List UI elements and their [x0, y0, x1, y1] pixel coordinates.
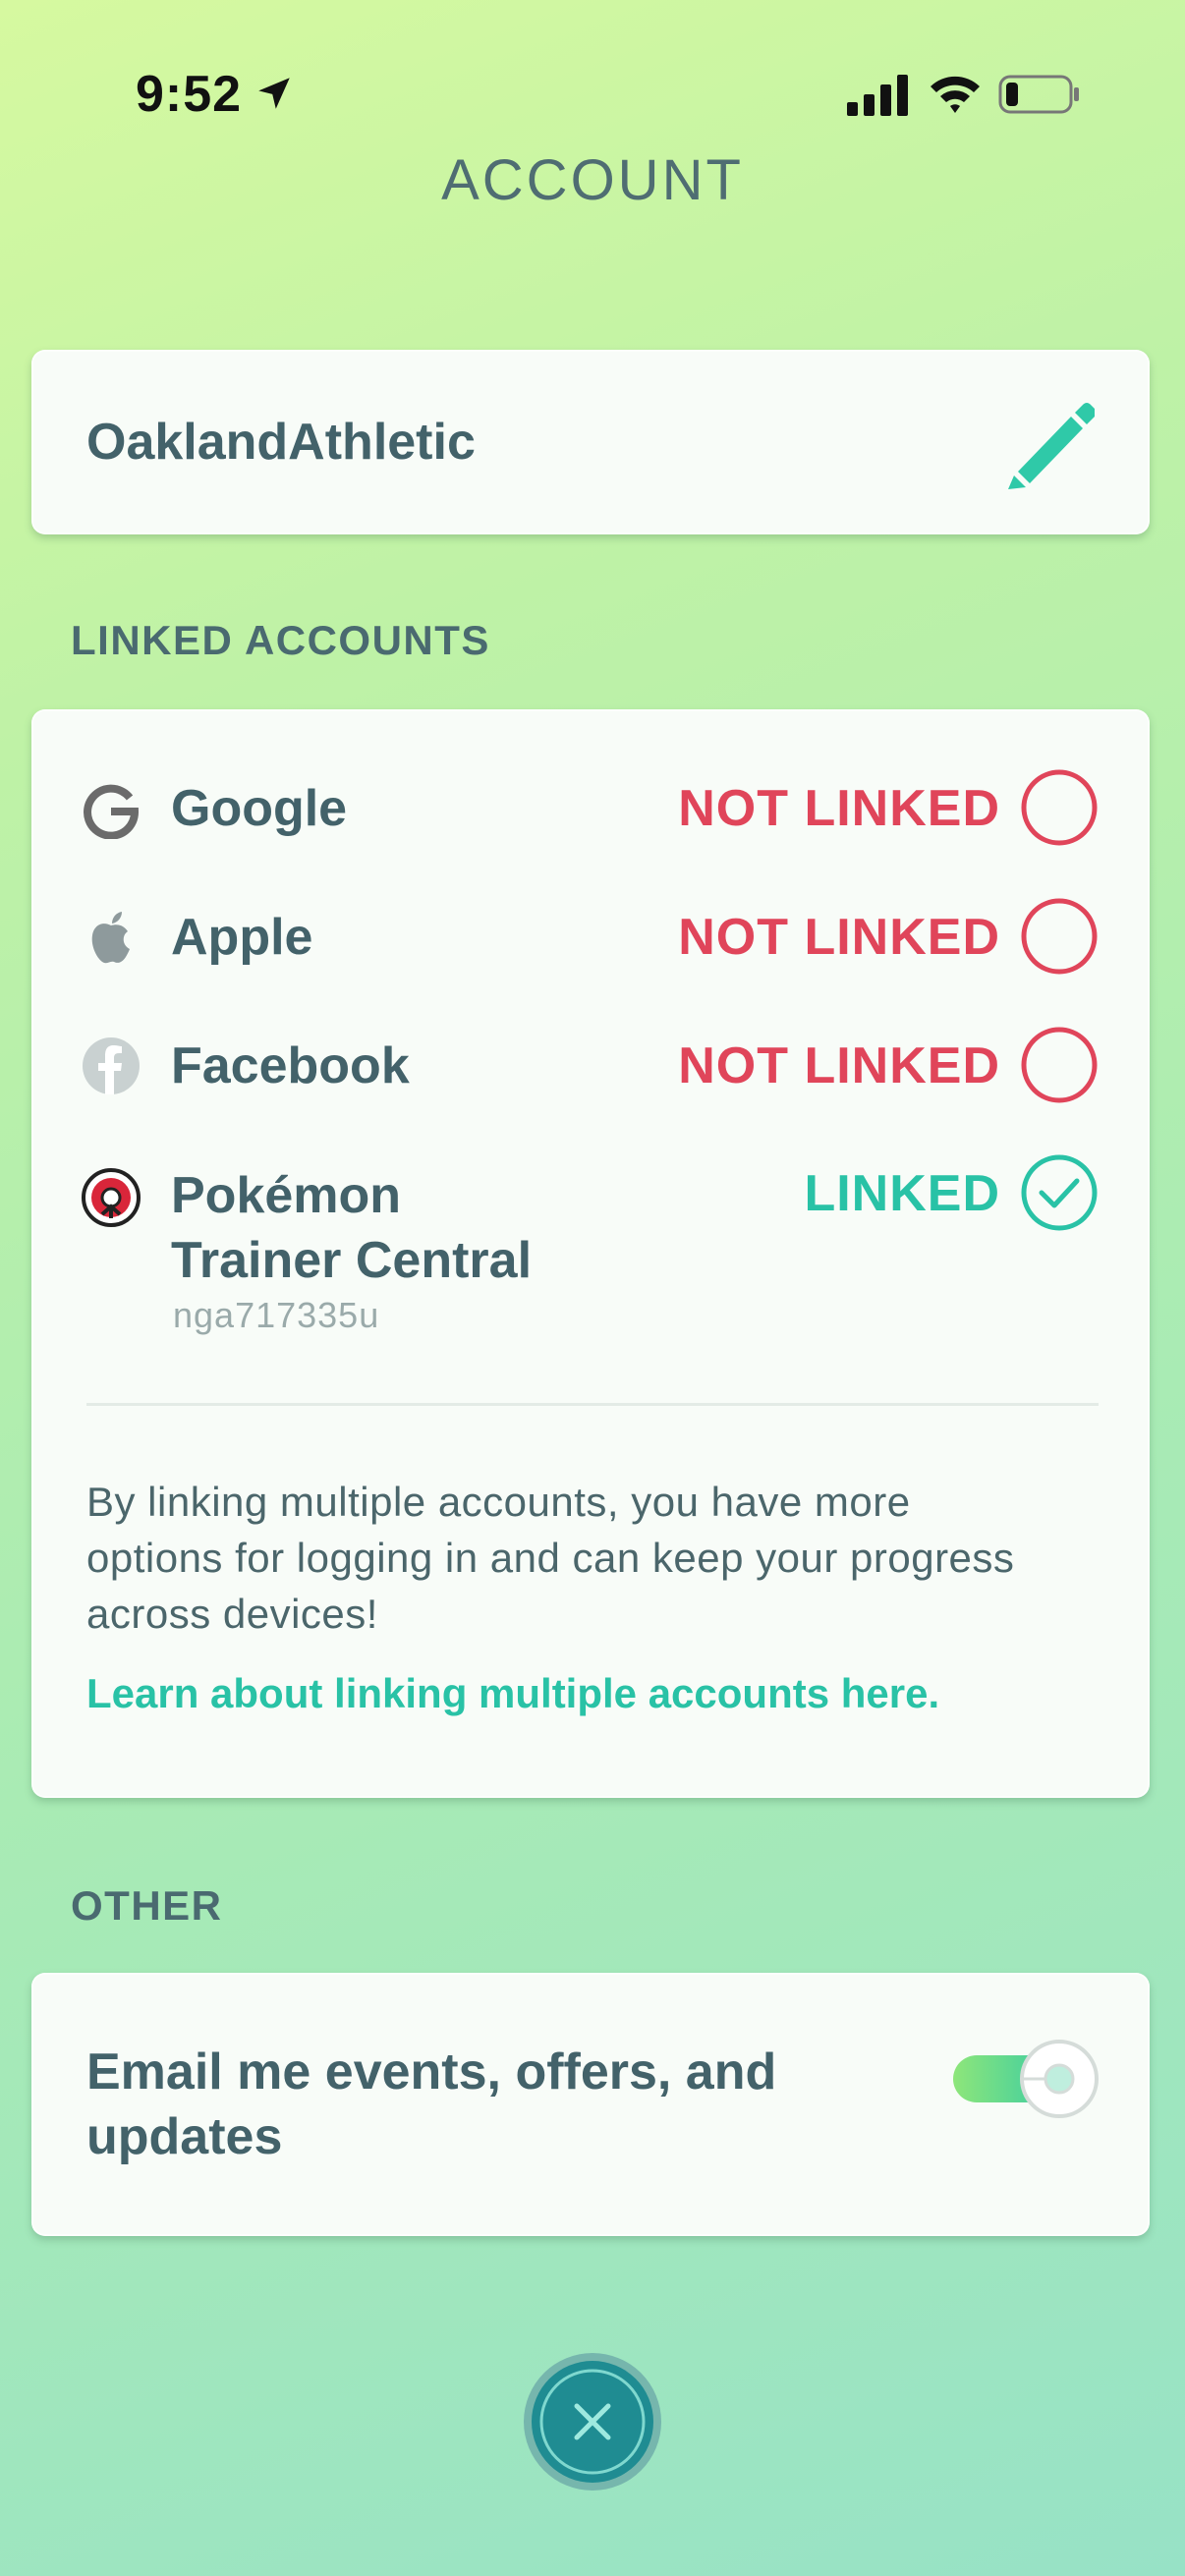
ptc-label-line2: Trainer Central	[171, 1232, 533, 1289]
check-circle-icon[interactable]	[1020, 1153, 1099, 1232]
facebook-icon	[83, 1037, 140, 1094]
apple-status: NOT LINKED	[678, 909, 1000, 966]
location-arrow-icon	[258, 78, 290, 109]
google-icon	[84, 784, 140, 839]
pencil-icon[interactable]	[1006, 395, 1095, 489]
apple-icon	[91, 912, 130, 964]
ptc-username: nga717335u	[173, 1295, 380, 1335]
google-label: Google	[171, 780, 348, 837]
email-opt-in-toggle[interactable]	[947, 2036, 1102, 2122]
status-time: 9:52	[136, 66, 243, 123]
linked-accounts-heading: LINKED ACCOUNTS	[71, 617, 490, 663]
ptc-label-line1: Pokémon	[171, 1167, 402, 1224]
facebook-link-toggle[interactable]	[1020, 1026, 1099, 1104]
wifi-icon	[931, 76, 980, 113]
ptc-status: LINKED	[804, 1165, 1000, 1222]
card-divider	[86, 1403, 1099, 1406]
pokeball-icon	[82, 1168, 141, 1227]
linking-description: By linking multiple accounts, you have m…	[86, 1479, 1015, 1637]
ptc-label: Pokémon Trainer Central	[171, 1163, 532, 1293]
username-text: OaklandAthletic	[86, 414, 476, 471]
battery-icon	[998, 75, 1079, 114]
learn-more-link[interactable]: Learn about linking multiple accounts he…	[86, 1670, 939, 1717]
google-status: NOT LINKED	[678, 780, 1000, 837]
facebook-label: Facebook	[171, 1037, 410, 1094]
close-button[interactable]	[521, 2350, 664, 2493]
other-heading: OTHER	[71, 1882, 223, 1929]
google-link-toggle[interactable]	[1020, 768, 1099, 847]
email-opt-in-label: Email me events, offers, and updates	[86, 2044, 777, 2165]
apple-link-toggle[interactable]	[1020, 897, 1099, 976]
page-title: ACCOUNT	[441, 148, 744, 212]
apple-label: Apple	[171, 909, 313, 966]
facebook-status: NOT LINKED	[678, 1037, 1000, 1094]
cellular-signal-icon	[847, 75, 908, 116]
